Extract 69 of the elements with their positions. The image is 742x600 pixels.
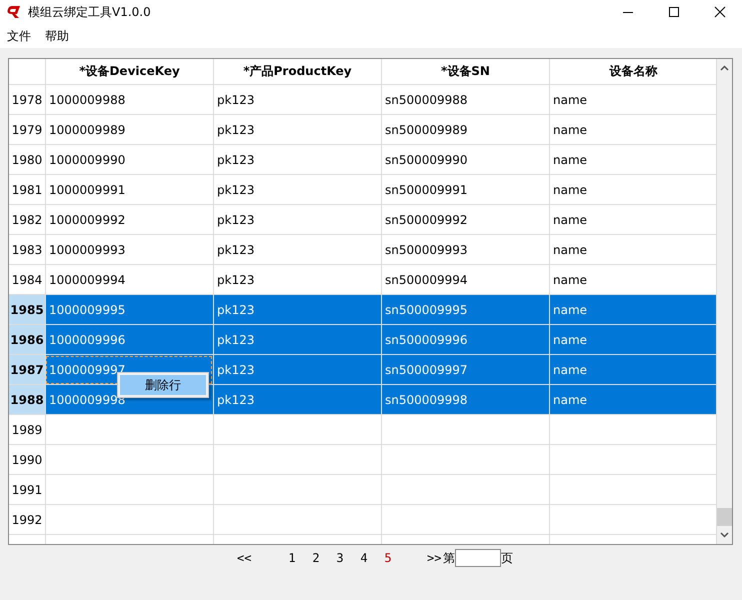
page-link[interactable]: 3	[335, 551, 345, 565]
table-cell: sn500009998	[381, 385, 549, 415]
table-cell: 1000009992	[45, 205, 213, 235]
table-cell: 1000009988	[45, 85, 213, 115]
table-cell: sn500009990	[381, 145, 549, 175]
row-number[interactable]: 1983	[9, 235, 45, 265]
column-header[interactable]: *设备DeviceKey	[45, 59, 213, 85]
table-cell: pk123	[213, 115, 381, 145]
row-number[interactable]: 1988	[9, 385, 45, 415]
menu-item[interactable]: 文件	[7, 28, 31, 44]
table-cell: pk123	[213, 325, 381, 355]
app-logo-icon	[6, 6, 22, 18]
page-link[interactable]: 2	[311, 551, 321, 565]
scroll-down-icon[interactable]	[720, 532, 729, 538]
table-cell: 1000009995	[45, 295, 213, 325]
table-cell: pk123	[213, 355, 381, 385]
menu-item[interactable]: 帮助	[45, 28, 69, 44]
scroll-thumb[interactable]	[717, 508, 732, 526]
table-cell: 1000009996	[45, 325, 213, 355]
table-cell: pk123	[213, 85, 381, 115]
table-cell: sn500009988	[381, 85, 549, 115]
page-link[interactable]: 5	[383, 551, 393, 565]
table-cell: sn500009989	[381, 115, 549, 145]
row-number[interactable]: 1985	[9, 295, 45, 325]
table-cell: pk123	[213, 205, 381, 235]
table-cell: sn500009997	[381, 355, 549, 385]
table-cell: sn500009995	[381, 295, 549, 325]
context-menu-item[interactable]: 删除行	[120, 375, 206, 395]
table-cell: name	[549, 355, 716, 385]
column-header[interactable]: *设备SN	[381, 59, 549, 85]
row-number[interactable]: 1978	[9, 85, 45, 115]
table-cell: sn500009993	[381, 235, 549, 265]
window-title: 模组云绑定工具V1.0.0	[28, 4, 151, 20]
table-cell: pk123	[213, 175, 381, 205]
table-cell: sn500009992	[381, 205, 549, 235]
close-icon[interactable]	[714, 6, 726, 18]
table-cell: sn500009991	[381, 175, 549, 205]
page-link[interactable]: 1	[287, 551, 297, 565]
row-number[interactable]: 1990	[9, 445, 45, 475]
table-cell: name	[549, 325, 716, 355]
row-number[interactable]: 1987	[9, 355, 45, 385]
page-input-field[interactable]	[455, 549, 501, 567]
table-cell: pk123	[213, 385, 381, 415]
table-cell: name	[549, 385, 716, 415]
row-number[interactable]: 1982	[9, 205, 45, 235]
row-number[interactable]: 1992	[9, 505, 45, 535]
page-suffix-label: 页	[501, 550, 513, 566]
scroll-up-icon[interactable]	[720, 65, 729, 71]
table-cell: sn500009996	[381, 325, 549, 355]
row-number[interactable]: 1981	[9, 175, 45, 205]
column-header[interactable]: *产品ProductKey	[213, 59, 381, 85]
table-cell: pk123	[213, 145, 381, 175]
table-cell: 1000009989	[45, 115, 213, 145]
table-cell: pk123	[213, 235, 381, 265]
table-cell: 1000009993	[45, 235, 213, 265]
table-cell: name	[549, 295, 716, 325]
page-link[interactable]: 4	[359, 551, 369, 565]
maximize-icon[interactable]	[668, 6, 680, 18]
page-prefix-label: 第	[443, 550, 455, 566]
row-number[interactable]: 1991	[9, 475, 45, 505]
table-cell: 1000009991	[45, 175, 213, 205]
next-page-link[interactable]: >>	[427, 551, 443, 565]
row-number[interactable]: 1989	[9, 415, 45, 445]
table-cell: 1000009990	[45, 145, 213, 175]
previous-page-link[interactable]: <<	[237, 551, 253, 565]
row-number[interactable]: 1979	[9, 115, 45, 145]
row-number[interactable]: 1980	[9, 145, 45, 175]
table-cell: pk123	[213, 295, 381, 325]
row-number[interactable]: 1986	[9, 325, 45, 355]
